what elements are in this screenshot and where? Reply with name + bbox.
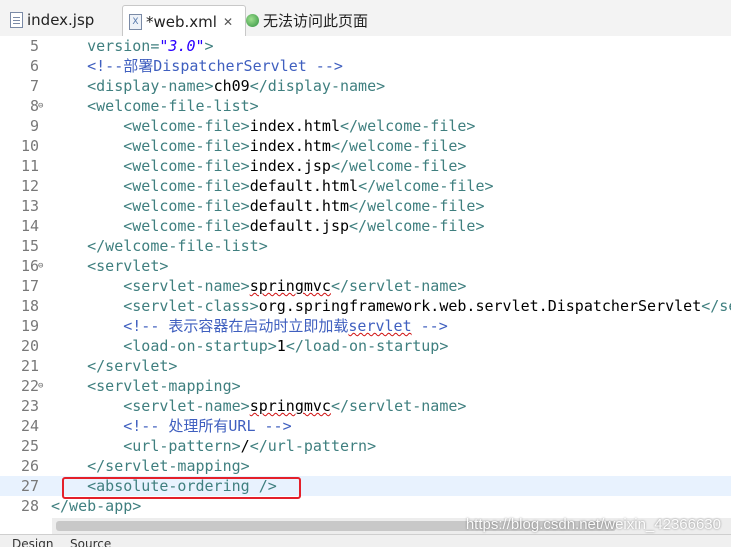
code-line[interactable]: 8 ⊖ <welcome-file-list> bbox=[0, 96, 731, 116]
code-line[interactable]: 13 <welcome-file>default.htm</welcome-fi… bbox=[0, 196, 731, 216]
browser-globe-icon bbox=[246, 13, 259, 27]
code-line[interactable]: 19 <!-- 表示容器在启动时立即加载servlet --> bbox=[0, 316, 731, 336]
code-text: <welcome-file>default.jsp</welcome-file> bbox=[123, 217, 485, 235]
line-number: 24 bbox=[20, 417, 39, 435]
code-line[interactable]: 25 <url-pattern>/</url-pattern> bbox=[0, 436, 731, 456]
code-line[interactable]: 16 ⊖ <servlet> bbox=[0, 256, 731, 276]
code-line[interactable]: 6 <!--部署DispatcherServlet --> bbox=[0, 56, 731, 76]
code-line[interactable]: 14 <welcome-file>default.jsp</welcome-fi… bbox=[0, 216, 731, 236]
line-number: 15 bbox=[20, 237, 39, 255]
line-number: 23 bbox=[20, 397, 39, 415]
code-line[interactable]: 26 </servlet-mapping> bbox=[0, 456, 731, 476]
code-text: <servlet-name>springmvc</servlet-name> bbox=[123, 397, 467, 415]
line-number: 18 bbox=[20, 297, 39, 315]
line-number: 25 bbox=[20, 437, 39, 455]
code-line[interactable]: 24 <!-- 处理所有URL --> bbox=[0, 416, 731, 436]
line-number: 11 bbox=[20, 157, 39, 175]
code-text: <welcome-file-list> bbox=[87, 97, 259, 115]
line-number: 10 bbox=[20, 137, 39, 155]
line-number: 9 bbox=[29, 117, 39, 135]
line-number: 22 bbox=[20, 377, 39, 395]
code-line[interactable]: 17 <servlet-name>springmvc</servlet-name… bbox=[0, 276, 731, 296]
jsp-file-icon bbox=[10, 12, 23, 28]
code-text: <url-pattern>/</url-pattern> bbox=[123, 437, 377, 455]
line-number: 7 bbox=[29, 77, 39, 95]
code-text: <load-on-startup>1</load-on-startup> bbox=[123, 337, 449, 355]
line-number: 12 bbox=[20, 177, 39, 195]
code-text: </web-app> bbox=[51, 497, 142, 515]
code-line[interactable]: 21 </servlet> bbox=[0, 356, 731, 376]
editor-bottom-tabs: Design Source bbox=[0, 534, 731, 547]
code-text: <!-- 表示容器在启动时立即加载servlet --> bbox=[123, 317, 448, 335]
tab-label: 无法访问此页面 bbox=[263, 11, 369, 30]
fold-toggle-icon[interactable]: ⊖ bbox=[38, 256, 43, 276]
code-text: <welcome-file>index.html</welcome-file> bbox=[123, 117, 476, 135]
code-line[interactable]: 12 <welcome-file>default.html</welcome-f… bbox=[0, 176, 731, 196]
code-line[interactable]: 22 ⊖ <servlet-mapping> bbox=[0, 376, 731, 396]
code-line[interactable]: 28 </web-app> bbox=[0, 496, 731, 516]
code-line[interactable]: 5 version="3.0"> bbox=[0, 36, 731, 56]
code-text: <servlet-name>springmvc</servlet-name> bbox=[123, 277, 467, 295]
line-number: 13 bbox=[20, 197, 39, 215]
line-number: 28 bbox=[20, 497, 39, 515]
code-text: </servlet-mapping> bbox=[87, 457, 250, 475]
tab-index-jsp[interactable]: index.jsp bbox=[8, 6, 94, 34]
code-text: <welcome-file>index.htm</welcome-file> bbox=[123, 137, 467, 155]
line-number: 19 bbox=[20, 317, 39, 335]
line-number: 27 bbox=[20, 477, 39, 495]
line-number: 14 bbox=[20, 217, 39, 235]
code-text: <welcome-file>default.htm</welcome-file> bbox=[123, 197, 485, 215]
code-text: version="3.0"> bbox=[87, 37, 214, 55]
code-text: <welcome-file>index.jsp</welcome-file> bbox=[123, 157, 467, 175]
xml-source-editor[interactable]: 5 version="3.0"> 6 <!--部署DispatcherServle… bbox=[0, 36, 731, 518]
editor-tab-bar: index.jsp X *web.xml ✕ 无法访问此页面 bbox=[0, 0, 731, 37]
code-line[interactable]: 9 <welcome-file>index.html</welcome-file… bbox=[0, 116, 731, 136]
watermark: https://blog.csdn.net/weixin_42366630 bbox=[465, 516, 721, 533]
tab-web-xml[interactable]: X *web.xml ✕ bbox=[122, 5, 246, 37]
code-text: </servlet> bbox=[87, 357, 178, 375]
tab-label: *web.xml bbox=[146, 12, 217, 31]
code-line[interactable]: 11 <welcome-file>index.jsp</welcome-file… bbox=[0, 156, 731, 176]
code-text: <display-name>ch09</display-name> bbox=[87, 77, 386, 95]
code-text: <!--部署DispatcherServlet --> bbox=[87, 57, 343, 75]
line-number: 21 bbox=[20, 357, 39, 375]
line-number: 8 bbox=[29, 97, 39, 115]
code-text: <welcome-file>default.html</welcome-file… bbox=[123, 177, 494, 195]
code-text: <servlet-class>org.springframework.web.s… bbox=[123, 297, 731, 315]
line-number: 6 bbox=[29, 57, 39, 75]
close-icon[interactable]: ✕ bbox=[223, 15, 233, 29]
xml-file-icon: X bbox=[129, 13, 142, 30]
code-line[interactable]: 18 <servlet-class>org.springframework.we… bbox=[0, 296, 731, 316]
fold-toggle-icon[interactable]: ⊖ bbox=[38, 376, 43, 396]
code-line[interactable]: 7 <display-name>ch09</display-name> bbox=[0, 76, 731, 96]
fold-toggle-icon[interactable]: ⊖ bbox=[38, 96, 43, 116]
code-line[interactable]: 20 <load-on-startup>1</load-on-startup> bbox=[0, 336, 731, 356]
code-line[interactable]: 10 <welcome-file>index.htm</welcome-file… bbox=[0, 136, 731, 156]
code-text: <servlet-mapping> bbox=[87, 377, 241, 395]
code-text: <servlet> bbox=[87, 257, 169, 275]
tab-label: index.jsp bbox=[27, 11, 95, 29]
line-number: 5 bbox=[29, 37, 39, 55]
tab-browser[interactable]: 无法访问此页面 bbox=[246, 6, 368, 34]
line-number: 16 bbox=[20, 257, 39, 275]
code-text: <!-- 处理所有URL --> bbox=[123, 417, 292, 435]
code-line[interactable]: 23 <servlet-name>springmvc</servlet-name… bbox=[0, 396, 731, 416]
annotation-highlight-box bbox=[62, 477, 301, 499]
line-number: 17 bbox=[20, 277, 39, 295]
code-text: </welcome-file-list> bbox=[87, 237, 268, 255]
line-number: 20 bbox=[20, 337, 39, 355]
line-number: 26 bbox=[20, 457, 39, 475]
code-line[interactable]: 15 </welcome-file-list> bbox=[0, 236, 731, 256]
